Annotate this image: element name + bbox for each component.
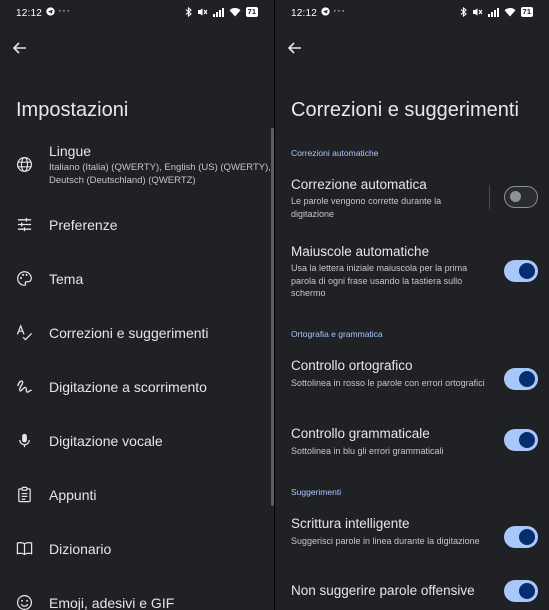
setting-title: Scrittura intelligente bbox=[291, 516, 410, 531]
section-header: Suggerimenti bbox=[291, 487, 342, 497]
menu-item-preferences[interactable]: Preferenze bbox=[0, 205, 270, 243]
back-arrow-icon[interactable] bbox=[285, 38, 305, 58]
settings-screen: 12:12 ··· 71 Impostazioni Lingue Italian… bbox=[0, 0, 274, 610]
menu-item-languages[interactable]: Lingue Italiano (Italia) (QWERTY), Engli… bbox=[0, 138, 271, 190]
toggle-switch[interactable] bbox=[504, 368, 538, 390]
setting-title: Maiuscole automatiche bbox=[291, 244, 430, 259]
toggle-knob bbox=[519, 371, 535, 387]
setting-title: Correzione automatica bbox=[291, 177, 427, 192]
signal-icon bbox=[487, 8, 499, 17]
setting-description: Suggerisci parole in linea durante la di… bbox=[291, 536, 480, 546]
toggle-knob bbox=[510, 191, 521, 202]
menu-item-label: Digitazione a scorrimento bbox=[49, 379, 207, 395]
menu-item-corrections[interactable]: Correzioni e suggerimenti bbox=[0, 313, 270, 351]
menu-item-label: Dizionario bbox=[49, 541, 112, 557]
menu-item-emoji[interactable]: Emoji, adesivi e GIF bbox=[0, 583, 270, 610]
menu-item-theme[interactable]: Tema bbox=[0, 259, 270, 297]
setting-spell-check[interactable]: Controllo ortografico Sottolinea in ross… bbox=[275, 350, 549, 406]
more-notifications-icon: ··· bbox=[333, 5, 346, 17]
globe-icon bbox=[16, 156, 34, 174]
menu-item-label: Appunti bbox=[49, 487, 97, 503]
status-time: 12:12 bbox=[16, 8, 43, 19]
status-bar: 12:12 ··· 71 bbox=[0, 0, 274, 26]
setting-auto-correction[interactable]: Correzione automatica Le parole vengono … bbox=[275, 170, 549, 226]
bluetooth-icon bbox=[460, 7, 467, 17]
setting-description: Sottolinea in blu gli errori grammatical… bbox=[291, 446, 444, 456]
toggle-knob bbox=[519, 583, 535, 599]
telegram-icon bbox=[46, 7, 55, 19]
gesture-icon bbox=[16, 378, 34, 396]
battery-icon: 71 bbox=[245, 7, 258, 17]
setting-smart-compose[interactable]: Scrittura intelligente Suggerisci parole… bbox=[275, 508, 549, 564]
corrections-screen: 12:12 ··· 71 Correzioni e suggerimenti C… bbox=[275, 0, 549, 610]
setting-description: Usa la lettera iniziale maiuscola per la… bbox=[291, 263, 468, 298]
status-time: 12:12 bbox=[291, 8, 318, 19]
spellcheck-icon bbox=[16, 324, 34, 342]
toggle-knob bbox=[519, 263, 535, 279]
menu-item-label: Tema bbox=[49, 271, 84, 287]
status-bar: 12:12 ··· 71 bbox=[275, 0, 549, 26]
page-title: Correzioni e suggerimenti bbox=[291, 99, 519, 121]
section-header: Ortografia e grammatica bbox=[291, 329, 383, 339]
clipboard-icon bbox=[16, 486, 34, 504]
setting-description: Sottolinea in rosso le parole con errori… bbox=[291, 378, 485, 388]
divider-line bbox=[489, 185, 490, 209]
section-header: Correzioni automatiche bbox=[291, 148, 379, 158]
toggle-switch[interactable] bbox=[504, 580, 538, 602]
book-icon bbox=[16, 540, 34, 558]
menu-item-label: Preferenze bbox=[49, 217, 118, 233]
toggle-knob bbox=[519, 529, 535, 545]
menu-item-subtitle: Italiano (Italia) (QWERTY), English (US)… bbox=[49, 162, 271, 186]
menu-item-dictionary[interactable]: Dizionario bbox=[0, 529, 270, 567]
menu-item-glide-typing[interactable]: Digitazione a scorrimento bbox=[0, 367, 270, 405]
toggle-switch[interactable] bbox=[504, 260, 538, 282]
bluetooth-icon bbox=[185, 7, 192, 17]
setting-description: Le parole vengono corrette durante la di… bbox=[291, 196, 442, 219]
toggle-switch[interactable] bbox=[504, 526, 538, 548]
telegram-icon bbox=[321, 7, 330, 19]
mute-icon bbox=[197, 8, 208, 16]
setting-title: Non suggerire parole offensive bbox=[291, 583, 475, 598]
menu-item-label: Correzioni e suggerimenti bbox=[49, 325, 209, 341]
emoji-icon bbox=[16, 594, 34, 610]
toggle-switch[interactable] bbox=[504, 429, 538, 451]
wifi-icon bbox=[229, 8, 241, 17]
palette-icon bbox=[16, 270, 34, 288]
page-title: Impostazioni bbox=[16, 99, 129, 121]
setting-auto-capitalization[interactable]: Maiuscole automatiche Usa la lettera ini… bbox=[275, 237, 549, 303]
mic-icon bbox=[16, 432, 34, 450]
wifi-icon bbox=[504, 8, 516, 17]
setting-title: Controllo grammaticale bbox=[291, 426, 430, 441]
menu-item-clipboard[interactable]: Appunti bbox=[0, 475, 270, 513]
toggle-switch[interactable] bbox=[504, 186, 538, 208]
menu-item-label: Lingue bbox=[49, 143, 92, 159]
menu-item-voice-typing[interactable]: Digitazione vocale bbox=[0, 421, 270, 459]
menu-item-label: Emoji, adesivi e GIF bbox=[49, 595, 175, 610]
toggle-knob bbox=[519, 432, 535, 448]
back-arrow-icon[interactable] bbox=[10, 38, 30, 58]
setting-title: Controllo ortografico bbox=[291, 358, 413, 373]
menu-item-label: Digitazione vocale bbox=[49, 433, 163, 449]
more-notifications-icon: ··· bbox=[58, 5, 71, 17]
mute-icon bbox=[472, 8, 483, 16]
tune-icon bbox=[16, 216, 34, 234]
setting-grammar-check[interactable]: Controllo grammaticale Sottolinea in blu… bbox=[275, 418, 549, 462]
signal-icon bbox=[212, 8, 224, 17]
status-icons: 71 bbox=[460, 7, 533, 17]
setting-block-offensive-words[interactable]: Non suggerire parole offensive bbox=[275, 575, 549, 610]
battery-icon: 71 bbox=[520, 7, 533, 17]
status-icons: 71 bbox=[185, 7, 258, 17]
